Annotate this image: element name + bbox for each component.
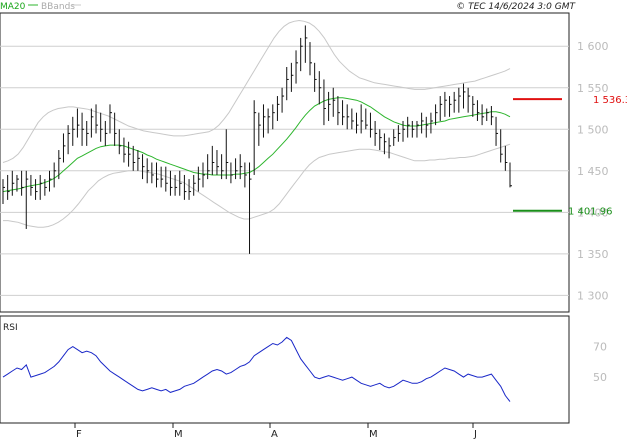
price-tick-label: 1 300 <box>577 289 609 302</box>
time-axis-ticks: FMAMJ <box>74 423 477 440</box>
time-tick-label: M <box>174 429 183 440</box>
time-tick-label: A <box>271 429 278 440</box>
rsi-panel-frame <box>0 315 570 424</box>
time-tick-label: J <box>473 429 477 440</box>
price-tick-label: 1 550 <box>577 82 609 95</box>
legend-bbands: BBands <box>41 2 75 12</box>
support-label: 1 401.96 <box>568 207 613 218</box>
rsi-tick-label: 50 <box>593 371 607 384</box>
price-tick-label: 1 600 <box>577 40 609 53</box>
rsi-label: RSI <box>3 323 18 333</box>
rsi-tick-label: 70 <box>593 341 607 354</box>
price-tick-label: 1 450 <box>577 165 609 178</box>
time-tick-label: M <box>369 429 378 440</box>
legend-ma20: MA20 <box>0 2 26 12</box>
price-axis-ticks: 1 6001 5501 5001 4501 4001 3501 300 <box>577 40 609 302</box>
rsi-axis-ticks: 70 50 <box>593 341 607 385</box>
price-tick-label: 1 350 <box>577 248 609 261</box>
time-tick-label: F <box>76 429 82 440</box>
price-panel-frame <box>0 12 570 313</box>
source-timestamp: © TEC 14/6/2024 3:0 GMT <box>456 2 576 12</box>
resistance-label: 1 536.3 <box>593 95 627 106</box>
price-tick-label: 1 500 <box>577 123 609 136</box>
chart-root: 1 6001 5501 5001 4501 4001 3501 300 1 53… <box>0 2 627 440</box>
